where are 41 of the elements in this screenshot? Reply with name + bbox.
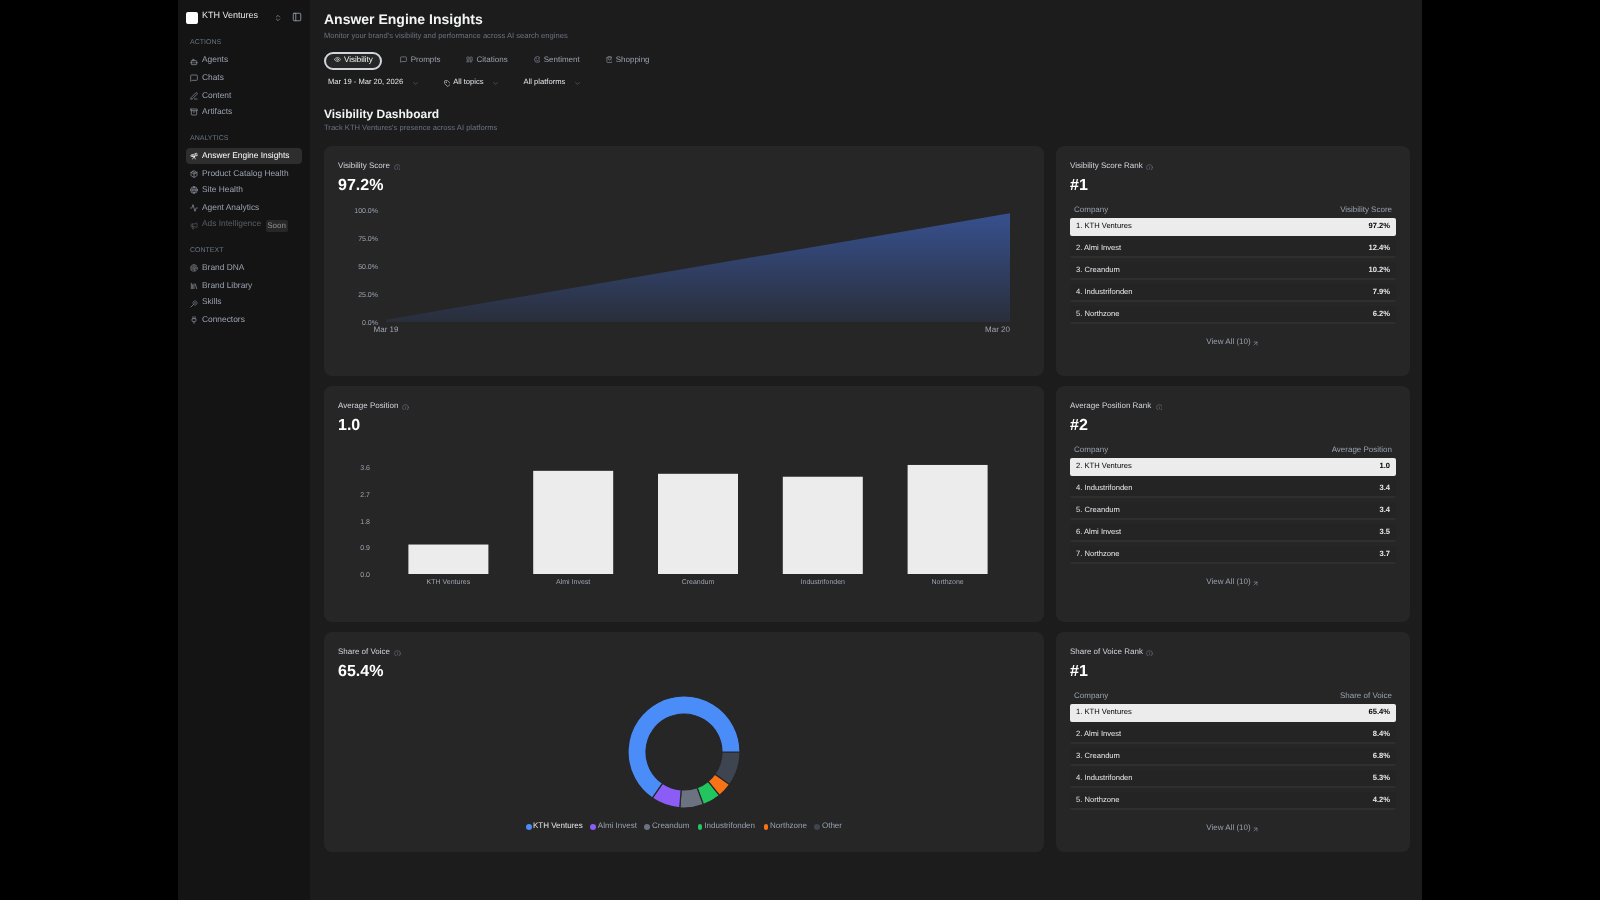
info-icon[interactable] [1146,649,1154,657]
globe-icon [190,186,198,195]
smile-icon [533,56,541,64]
info-icon[interactable] [402,403,410,411]
pen-icon [190,91,198,100]
arrow-icon [1252,579,1260,587]
library-icon [190,281,198,290]
info-icon[interactable] [1155,403,1163,411]
bar [408,545,489,575]
chevron-icon[interactable] [274,13,282,21]
chat-icon [190,74,198,83]
info-icon[interactable] [394,649,402,657]
bar [533,471,614,575]
robot-icon [190,57,198,66]
metric-value: #1 [1070,664,1090,681]
metric-value: #1 [1070,178,1090,195]
eye-icon [334,56,341,64]
metric-value: 1.0 [338,418,363,435]
bag-icon [605,56,613,64]
metric-value: 97.2% [338,178,386,195]
info-icon[interactable] [1146,163,1154,171]
arrow-icon [1252,339,1260,347]
chat-icon [400,56,408,64]
sidebar-toggle-icon[interactable] [292,12,302,22]
fingerprint-icon [190,264,198,273]
quote-icon [466,56,474,64]
bar [658,474,738,575]
tag-icon [443,80,451,88]
metric-value: #2 [1070,418,1090,435]
activity-icon [190,203,198,212]
archive-icon [190,108,198,117]
bar [782,477,863,575]
megaphone-icon [190,221,198,230]
info-icon[interactable] [393,163,401,171]
workspace-logo [186,11,198,23]
metric-value: 65.4% [338,664,386,681]
bar [907,465,988,575]
package-icon [190,169,198,178]
telescope-icon [190,152,198,161]
arrow-icon [1252,825,1260,833]
plug-icon [190,316,198,325]
